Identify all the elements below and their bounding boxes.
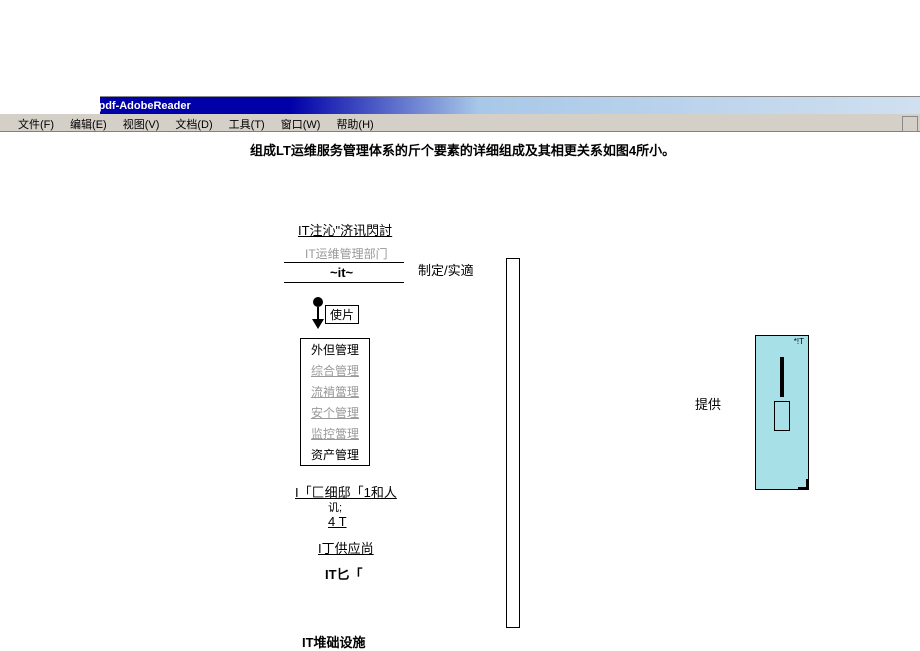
window-titlebar: first_IHXaD9.pdf-AdobeReader xyxy=(0,96,920,114)
mgmt-item: 外但管理 xyxy=(301,339,369,360)
arrow-down-icon xyxy=(312,297,324,329)
detail-t: 4 T xyxy=(328,514,347,529)
menu-document[interactable]: 文档(D) xyxy=(169,114,218,131)
side-shape-icon xyxy=(774,401,790,431)
document-content: 组成LT运维服务管理体系的斤个要素的详细组成及其相更关系如图4所小。 IT注沁"… xyxy=(0,132,920,651)
divider-line xyxy=(284,282,404,283)
mgmt-item: 资产管理 xyxy=(301,444,369,465)
menu-file[interactable]: 文件(F) xyxy=(12,114,60,131)
it-label: ~it~ xyxy=(330,265,353,280)
menu-window[interactable]: 窗口(W) xyxy=(275,114,327,131)
mgmt-item: 监控簹理 xyxy=(301,423,369,444)
provide-label: 提供 xyxy=(695,394,721,413)
mgmt-item: 安个管理 xyxy=(301,402,369,423)
make-label: 制定/实適 xyxy=(418,260,474,279)
ith-label: IT匕「 xyxy=(325,564,363,583)
menu-view[interactable]: 视图(V) xyxy=(117,114,166,131)
spacer xyxy=(0,0,920,96)
mgmt-item: 综合管理 xyxy=(301,360,369,381)
divider-line xyxy=(284,262,404,263)
side-panel: *!T xyxy=(755,335,809,490)
heading-text: 组成LT运维服务管理体系的斤个要素的详细组成及其相更关系如图4所小。 xyxy=(250,140,675,159)
menu-edit[interactable]: 编辑(E) xyxy=(64,114,113,131)
menu-help[interactable]: 帮助(H) xyxy=(330,114,379,131)
vertical-box xyxy=(506,258,520,628)
detail-label: I「匚细邸「1和人 xyxy=(295,482,397,501)
corner-bracket-icon xyxy=(798,479,808,489)
side-bar-icon xyxy=(780,357,784,397)
use-label: 使片 xyxy=(325,305,359,324)
infra-label: IT堆础设施 xyxy=(302,632,366,651)
side-panel-header: *!T xyxy=(756,336,808,347)
menu-bar: 文件(F) 编辑(E) 视图(V) 文档(D) 工具(T) 窗口(W) 帮助(H… xyxy=(0,114,920,132)
detail-sub: 讥; xyxy=(328,499,342,515)
supply-label: I丁供应尚 xyxy=(318,538,374,557)
dept-label: IT运维管理部门 xyxy=(305,245,388,262)
mgmt-item: 流褃簹理 xyxy=(301,381,369,402)
management-box: 外但管理 综合管理 流褃簹理 安个管理 监控簹理 资产管理 xyxy=(300,338,370,466)
menu-tools[interactable]: 工具(T) xyxy=(223,114,271,131)
diagram-title: IT注沁"济讯閃討 xyxy=(298,220,392,239)
